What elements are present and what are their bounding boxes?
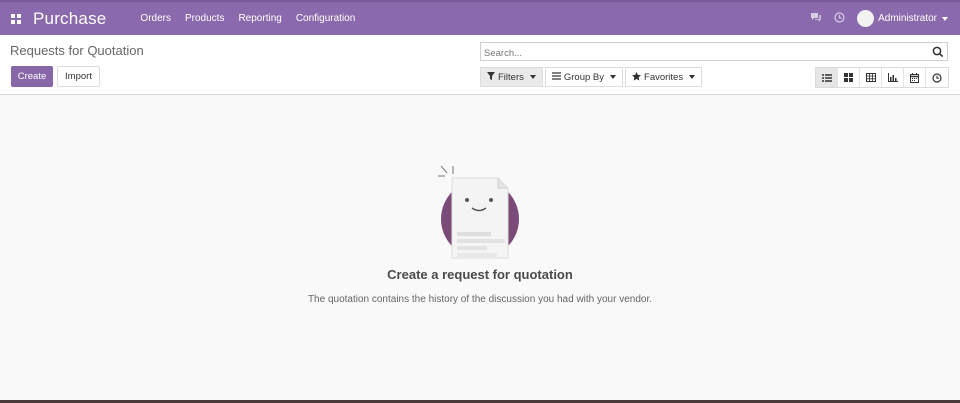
search-input[interactable] [481, 45, 921, 62]
group-by-label: Group By [563, 71, 605, 83]
empty-state-text: The quotation contains the history of th… [307, 294, 653, 305]
chevron-down-icon [610, 75, 617, 79]
activity-view-icon[interactable] [926, 68, 948, 87]
favorites-button[interactable]: Favorites [625, 67, 703, 87]
chevron-down-icon [942, 16, 948, 21]
menu-item-products[interactable]: Products [185, 13, 224, 24]
graph-view-icon[interactable] [882, 68, 904, 87]
apps-menu-icon[interactable] [5, 8, 27, 30]
chevron-down-icon [529, 75, 536, 79]
activity-clock-icon[interactable] [834, 11, 845, 26]
chat-icon[interactable] [810, 12, 822, 25]
group-by-icon [551, 72, 561, 82]
filters-label: Filters [498, 71, 524, 83]
calendar-view-icon[interactable] [904, 68, 926, 87]
search-options: Filters Group By Favorites [480, 67, 704, 87]
control-panel: Requests for Quotation Create Import Fil… [0, 35, 960, 95]
top-navbar: Purchase Orders Products Reporting Confi… [0, 0, 960, 35]
user-name: Administrator [878, 13, 937, 24]
page-title: Requests for Quotation [10, 43, 144, 58]
favorites-label: Favorites [644, 71, 684, 83]
create-button[interactable]: Create [11, 66, 53, 87]
pivot-view-icon[interactable] [860, 68, 882, 87]
navbar-right: Administrator [810, 10, 948, 27]
empty-state-title: Create a request for quotation [387, 267, 573, 282]
menu-item-reporting[interactable]: Reporting [238, 13, 281, 24]
view-switcher [815, 67, 949, 88]
empty-state: Create a request for quotation The quota… [0, 96, 960, 400]
menu-item-configuration[interactable]: Configuration [296, 13, 355, 24]
app-name[interactable]: Purchase [33, 9, 106, 29]
chevron-down-icon [689, 75, 696, 79]
group-by-button[interactable]: Group By [544, 67, 624, 87]
filter-icon [487, 72, 495, 82]
filters-button[interactable]: Filters [480, 67, 543, 87]
star-icon [632, 71, 642, 83]
list-view-icon[interactable] [816, 68, 838, 87]
user-menu[interactable]: Administrator [857, 10, 948, 27]
main-menu: Orders Products Reporting Configuration [140, 13, 355, 24]
search-box [480, 42, 948, 62]
search-icon[interactable] [932, 45, 944, 58]
empty-document-illustration-icon [438, 165, 522, 262]
kanban-view-icon[interactable] [838, 68, 860, 87]
menu-item-orders[interactable]: Orders [140, 13, 171, 24]
avatar [857, 10, 875, 27]
import-button[interactable]: Import [57, 66, 100, 87]
